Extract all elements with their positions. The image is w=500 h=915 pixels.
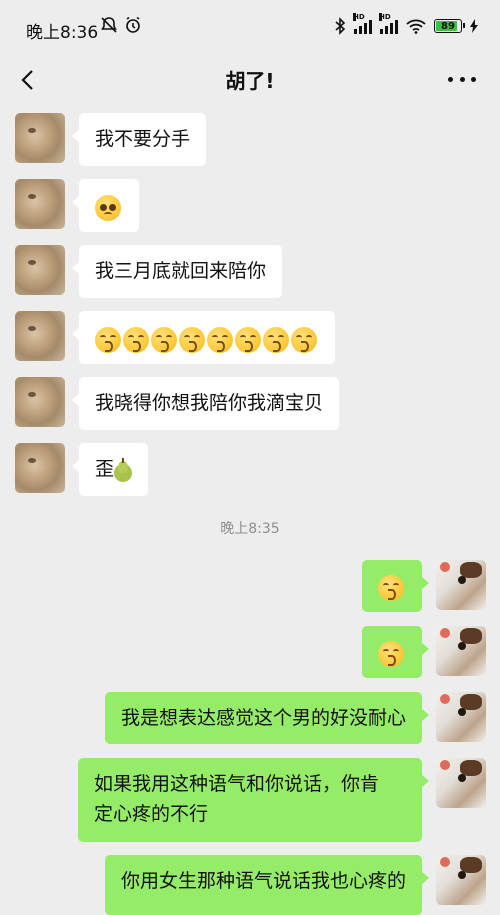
message-timestamp: 晚上8:35 <box>220 521 280 537</box>
message-bubble[interactable]: 我是想表达感觉这个男的好没耐心 <box>104 692 430 744</box>
user-avatar[interactable] <box>436 626 486 676</box>
message-bubble[interactable]: 我三月底就回来陪你 <box>71 245 283 298</box>
more-dot-icon <box>448 76 453 82</box>
kissing-face-icon <box>151 326 177 353</box>
message-bubble[interactable]: 歪 <box>71 443 149 496</box>
user-avatar[interactable] <box>436 560 486 610</box>
kissing-face-icon <box>235 326 261 353</box>
kissing-face-icon <box>179 326 205 353</box>
more-options-button[interactable] <box>448 70 476 88</box>
kissing-face-icon <box>378 574 404 601</box>
user-avatar[interactable] <box>436 855 486 905</box>
kissing-face-icon <box>95 326 121 353</box>
message-line: 如果我用这种语气和你说话，你肯 <box>94 773 380 795</box>
wifi-icon <box>406 19 426 34</box>
contact-avatar[interactable] <box>15 311 65 361</box>
message-bubble[interactable]: 如果我用这种语气和你说话，你肯 定心疼的不行 <box>78 758 429 842</box>
contact-avatar[interactable] <box>15 377 65 427</box>
pear-icon <box>114 457 133 482</box>
more-dot-icon <box>471 76 476 82</box>
battery-icon: 89 <box>434 19 465 33</box>
kissing-face-icon <box>207 326 233 353</box>
message-bubble[interactable]: 你用女生那种语气说话我也心疼的 <box>104 855 430 915</box>
cell-signal-2-icon: HD <box>379 13 398 34</box>
battery-level: 89 <box>441 20 455 32</box>
bell-off-icon <box>101 17 117 33</box>
kissing-face-icon <box>263 326 289 353</box>
message-bubble[interactable]: 我晓得你想我陪你我滴宝贝 <box>71 377 340 430</box>
pleading-face-icon <box>95 194 121 221</box>
user-avatar[interactable] <box>436 692 486 742</box>
kissing-face-icon <box>378 640 404 667</box>
message-bubble[interactable] <box>72 179 139 232</box>
cell-signal-1-icon: HD <box>353 13 372 34</box>
user-avatar[interactable] <box>436 758 486 808</box>
status-right-icons: HD HD 89 <box>334 13 478 35</box>
contact-avatar[interactable] <box>15 443 65 493</box>
status-time: 晚上8:36 <box>26 23 99 43</box>
hd-badge: HD <box>379 13 391 21</box>
contact-avatar[interactable] <box>15 113 65 163</box>
status-left-icons <box>100 16 142 34</box>
message-bubble[interactable] <box>362 626 429 678</box>
chat-header: 胡了! <box>0 56 500 106</box>
more-dot-icon <box>459 76 465 82</box>
alarm-icon <box>126 16 140 33</box>
chat-title: 胡了! <box>225 69 275 93</box>
message-bubble[interactable] <box>362 560 429 612</box>
message-text: 歪 <box>95 458 115 480</box>
hd-badge: HD <box>353 13 365 21</box>
charging-icon <box>470 19 478 33</box>
message-bubble[interactable]: 我不要分手 <box>71 113 207 166</box>
message-line: 定心疼的不行 <box>94 803 209 825</box>
message-bubble[interactable] <box>72 311 335 364</box>
bluetooth-icon <box>335 17 346 35</box>
kissing-face-icon <box>291 326 317 353</box>
kissing-face-icon <box>123 326 149 353</box>
contact-avatar[interactable] <box>15 179 65 229</box>
status-bar: 晚上8:36 HD HD 89 <box>0 0 500 56</box>
contact-avatar[interactable] <box>15 245 65 295</box>
